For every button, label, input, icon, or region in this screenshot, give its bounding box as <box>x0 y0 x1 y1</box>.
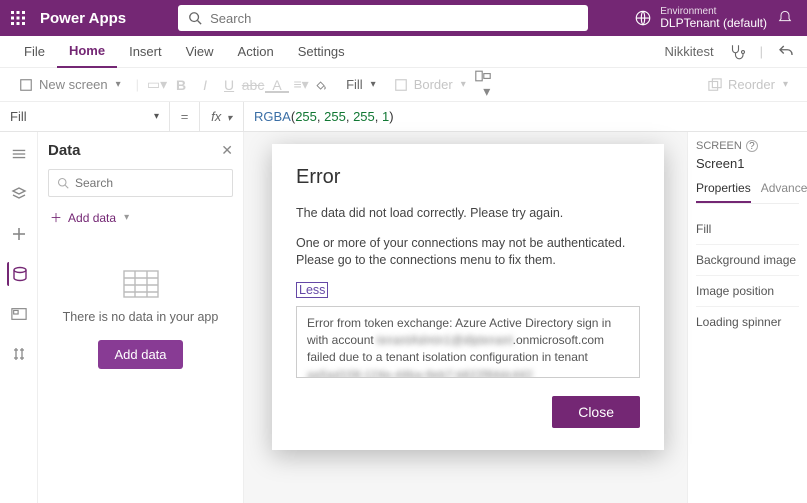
close-icon[interactable]: ✕ <box>221 142 233 159</box>
data-panel: Data ✕ ＋ Add data ▾ There is no data in … <box>38 132 244 503</box>
font-color-icon[interactable]: A <box>265 77 289 93</box>
equals-cell: = <box>170 102 200 132</box>
add-data-button-label: Add data <box>114 347 166 362</box>
plus-icon: ＋ <box>50 209 62 226</box>
environment-picker[interactable]: Environment DLPTenant (default) <box>624 0 777 36</box>
fill-icon[interactable] <box>313 78 337 92</box>
app-launcher-icon[interactable] <box>0 0 36 36</box>
close-button[interactable]: Close <box>552 396 640 428</box>
screen-template-icon[interactable]: ▭▾ <box>145 76 169 93</box>
dialog-message-1: The data did not load correctly. Please … <box>296 205 640 223</box>
less-link[interactable]: Less <box>296 282 328 298</box>
menu-action[interactable]: Action <box>226 36 286 68</box>
screen-name[interactable]: Screen1 <box>696 156 799 171</box>
brand-title: Power Apps <box>36 10 138 27</box>
chevron-down-icon: ▾ <box>124 212 129 223</box>
new-screen-button[interactable]: New screen ▾ <box>10 72 130 98</box>
detail-text-end: . <box>533 368 536 378</box>
error-detail-box[interactable]: Error from token exchange: Azure Active … <box>296 306 640 378</box>
global-search[interactable] <box>178 5 588 31</box>
data-panel-title: Data <box>48 142 81 159</box>
add-data-link[interactable]: ＋ Add data ▾ <box>48 205 233 230</box>
new-screen-label: New screen <box>39 77 108 92</box>
italic-icon[interactable]: I <box>193 77 217 93</box>
menu-bar: File Home Insert View Action Settings Ni… <box>0 36 807 68</box>
menu-settings[interactable]: Settings <box>286 36 357 68</box>
error-dialog: Error The data did not load correctly. P… <box>272 144 664 450</box>
environment-text: Environment DLPTenant (default) <box>660 6 767 30</box>
chevron-down-icon: ▾ <box>783 79 788 90</box>
formula-func: RGBA <box>254 109 291 124</box>
properties-panel: SCREEN ? Screen1 Properties Advanced Fil… <box>687 132 807 503</box>
user-name[interactable]: Nikkitest <box>664 44 713 59</box>
fill-button[interactable]: Fill ▾ <box>337 72 385 98</box>
detail-blur-account: tenantAdmin1@dlptenant <box>377 333 513 347</box>
rail-insert-icon[interactable] <box>7 182 31 206</box>
notifications-icon[interactable] <box>777 10 807 26</box>
menu-insert[interactable]: Insert <box>117 36 174 68</box>
environment-name: DLPTenant (default) <box>660 17 767 30</box>
dialog-message-2: One or more of your connections may not … <box>296 235 640 270</box>
top-bar: Power Apps Environment DLPTenant (defaul… <box>0 0 807 36</box>
data-empty-msg: There is no data in your app <box>48 310 233 324</box>
align-icon[interactable]: ≡▾ <box>289 76 313 93</box>
add-data-button[interactable]: Add data <box>98 340 182 369</box>
prop-fill[interactable]: Fill <box>696 214 799 245</box>
app-checker-icon[interactable] <box>728 43 746 61</box>
formula-text[interactable]: RGBA(255, 255, 255, 1) <box>244 109 404 125</box>
add-data-link-label: Add data <box>68 211 116 225</box>
chevron-down-icon: ▾ <box>461 79 466 90</box>
dialog-title: Error <box>296 166 640 189</box>
bold-icon[interactable]: B <box>169 77 193 93</box>
data-empty-state: There is no data in your app Add data <box>48 270 233 369</box>
search-icon <box>57 177 69 189</box>
environment-label: Environment <box>660 6 767 17</box>
border-label: Border <box>414 77 453 92</box>
undo-icon[interactable] <box>777 43 795 61</box>
ribbon-toolbar: New screen ▾ | ▭▾ B I U abc A ≡▾ Fill ▾ … <box>0 68 807 102</box>
menu-file[interactable]: File <box>12 36 57 68</box>
tab-advanced[interactable]: Advanced <box>761 181 807 203</box>
left-rail <box>0 132 38 503</box>
rail-tools-icon[interactable] <box>7 342 31 366</box>
formula-bar: Fill ▾ = fx ▾ RGBA(255, 255, 255, 1) <box>0 102 807 132</box>
help-icon[interactable]: ? <box>746 140 758 152</box>
environment-icon <box>634 9 652 27</box>
border-button[interactable]: Border ▾ <box>385 72 475 98</box>
table-icon <box>123 270 159 300</box>
screen-label: SCREEN ? <box>696 140 799 152</box>
tab-properties[interactable]: Properties <box>696 181 751 203</box>
panel-tabs: Properties Advanced <box>696 181 799 204</box>
search-input[interactable] <box>210 11 578 26</box>
menu-home[interactable]: Home <box>57 36 117 68</box>
chevron-down-icon: ▾ <box>371 79 376 90</box>
detail-blur-tenant: aa5ad108-124e-44ba-9eb7-b622f84dc442 <box>307 368 533 378</box>
strikethrough-icon[interactable]: abc <box>241 77 265 93</box>
fx-cell[interactable]: fx ▾ <box>200 102 244 132</box>
underline-icon[interactable]: U <box>217 77 241 93</box>
rail-tree-icon[interactable] <box>7 142 31 166</box>
menu-view[interactable]: View <box>174 36 226 68</box>
align-group-icon[interactable]: ▾ <box>475 69 499 100</box>
prop-background-image[interactable]: Background image <box>696 245 799 276</box>
fill-label: Fill <box>346 77 363 92</box>
chevron-down-icon: ▾ <box>154 111 159 122</box>
prop-image-position[interactable]: Image position <box>696 276 799 307</box>
reorder-button[interactable]: Reorder ▾ <box>699 72 797 98</box>
property-selector[interactable]: Fill ▾ <box>0 102 170 132</box>
close-button-label: Close <box>578 404 614 420</box>
rail-data-icon[interactable] <box>7 262 31 286</box>
data-search-input[interactable] <box>75 176 230 190</box>
prop-loading-spinner[interactable]: Loading spinner <box>696 307 799 337</box>
reorder-label: Reorder <box>728 77 775 92</box>
search-icon <box>188 11 202 25</box>
property-name: Fill <box>10 109 27 124</box>
chevron-down-icon: ▾ <box>116 79 121 90</box>
data-search[interactable] <box>48 169 233 197</box>
rail-media-icon[interactable] <box>7 302 31 326</box>
rail-add-icon[interactable] <box>7 222 31 246</box>
